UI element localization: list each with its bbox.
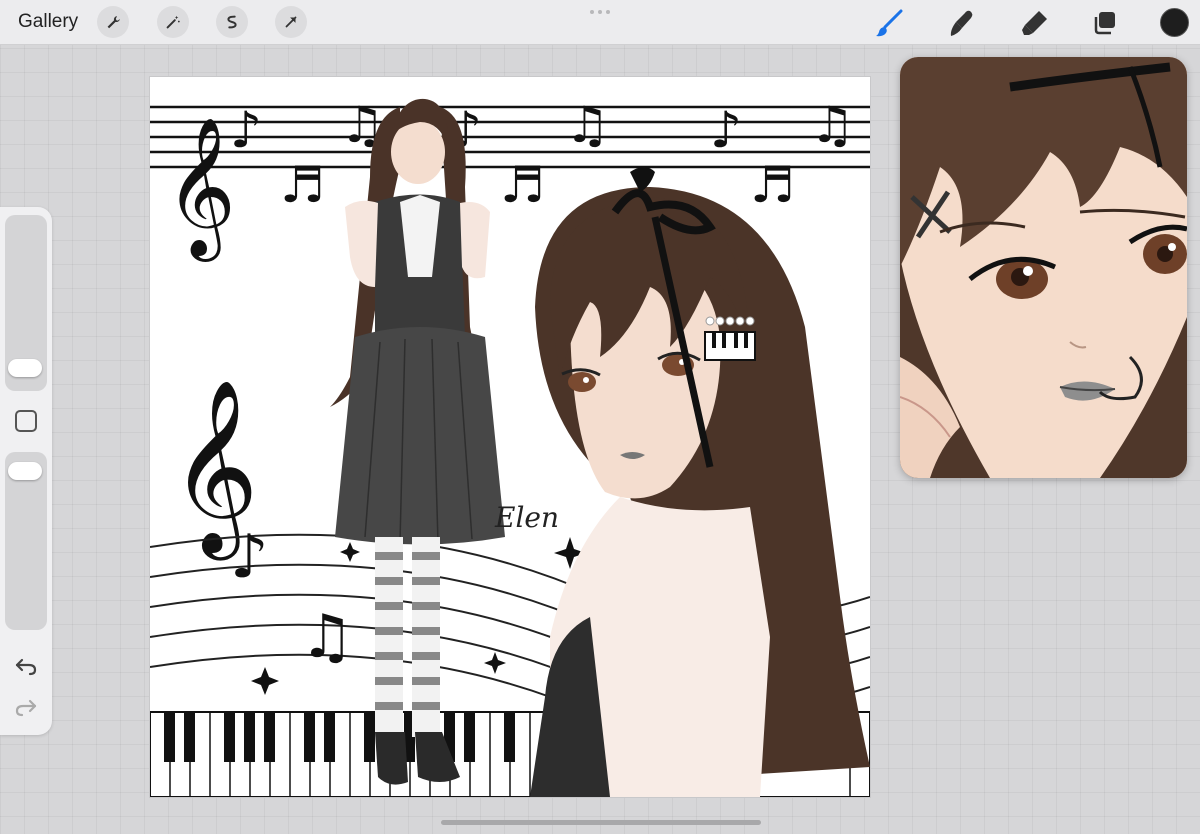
full-body-character (330, 98, 505, 785)
selection-icon (227, 15, 237, 29)
svg-text:♬: ♬ (500, 156, 545, 214)
top-toolbar: Gallery (0, 0, 1200, 45)
svg-text:♫: ♫ (565, 96, 610, 154)
selection-button[interactable] (216, 6, 248, 38)
opacity-thumb[interactable] (8, 462, 42, 480)
actions-button[interactable] (97, 6, 129, 38)
undo-icon[interactable] (14, 656, 38, 676)
side-toolbar (0, 207, 52, 735)
redo-icon[interactable] (14, 697, 38, 717)
eraser-icon (1022, 11, 1047, 35)
svg-text:♬: ♬ (750, 156, 795, 214)
smudge-button[interactable] (944, 6, 978, 40)
svg-text:♫: ♫ (300, 602, 354, 672)
layers-icon (1094, 12, 1115, 35)
toolbar-grabber[interactable] (588, 10, 612, 16)
brush-button[interactable] (872, 6, 906, 40)
svg-text:♪: ♪ (230, 522, 268, 592)
eraser-button[interactable] (1017, 6, 1051, 40)
layers-button[interactable] (1088, 6, 1122, 40)
artwork: 𝄞 ♪ ♬ ♫ ♪ ♬ ♫ ♪ ♬ ♫ 𝄞 ♪ ♫ Elen (150, 96, 870, 797)
smudge-icon (950, 10, 973, 36)
portrait-character (530, 167, 870, 797)
signature: Elen (494, 501, 559, 534)
home-indicator[interactable] (441, 820, 761, 825)
transform-icon (285, 16, 297, 28)
reference-window[interactable] (900, 57, 1187, 478)
drawing-canvas[interactable]: 𝄞 ♪ ♬ ♫ ♪ ♬ ♫ ♪ ♬ ♫ 𝄞 ♪ ♫ Elen (150, 77, 870, 797)
treble-clef-top: 𝄞 (165, 117, 236, 262)
svg-text:♪: ♪ (230, 101, 262, 159)
brush-size-thumb[interactable] (8, 359, 42, 377)
svg-text:♪: ♪ (710, 101, 742, 159)
transform-button[interactable] (275, 6, 307, 38)
gallery-button[interactable]: Gallery (18, 11, 78, 33)
svg-text:♫: ♫ (810, 96, 855, 154)
color-picker-button[interactable] (1160, 8, 1189, 37)
adjustments-button[interactable] (157, 6, 189, 38)
brush-icon (876, 9, 903, 37)
reference-image (900, 57, 1187, 478)
adjustments-icon (166, 15, 180, 29)
svg-text:♬: ♬ (280, 156, 325, 214)
modify-button[interactable] (15, 410, 37, 432)
actions-icon (107, 16, 120, 29)
staff-notes: ♪ ♬ ♫ ♪ ♬ ♫ ♪ ♬ ♫ (230, 96, 855, 214)
